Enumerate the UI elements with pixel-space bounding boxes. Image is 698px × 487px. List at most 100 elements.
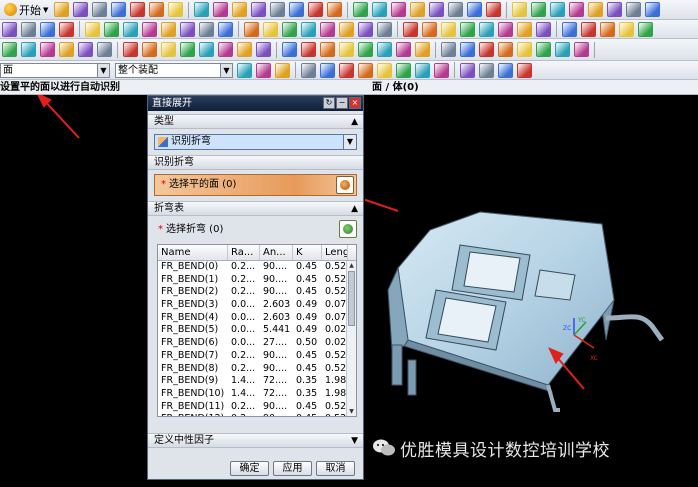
toolbar-tool-icon[interactable]: [448, 2, 464, 17]
toolbar-tool-icon[interactable]: [123, 42, 138, 57]
toolbar-tool-icon[interactable]: [123, 21, 138, 37]
type-filter-select[interactable]: 面 ▼: [0, 63, 110, 78]
toolbar-tool-icon[interactable]: [467, 2, 483, 17]
table-row[interactable]: FR_BEND(11) 0.2... 90.... 0.45 0.52: [158, 401, 356, 414]
toolbar-tool-icon[interactable]: [479, 62, 494, 78]
table-row[interactable]: FR_BEND(2) 0.2... 90.... 0.45 0.52: [158, 286, 356, 299]
toolbar-tool-icon[interactable]: [54, 2, 70, 17]
toolbar-tool-icon[interactable]: [607, 2, 623, 17]
toolbar-tool-icon[interactable]: [562, 21, 577, 37]
toolbar-tool-icon[interactable]: [512, 2, 528, 17]
dialog-titlebar[interactable]: 直接展开 ↻ − ×: [148, 96, 363, 111]
scroll-down-icon[interactable]: ▼: [347, 407, 356, 416]
toolbar-tool-icon[interactable]: [396, 42, 411, 57]
toolbar-tool-icon[interactable]: [142, 42, 157, 57]
toolbar-tool-icon[interactable]: [415, 62, 430, 78]
toolbar-tool-icon[interactable]: [251, 2, 267, 17]
toolbar-tool-icon[interactable]: [531, 2, 547, 17]
selection-scope-select[interactable]: 整个装配 ▼: [115, 63, 233, 78]
toolbar-tool-icon[interactable]: [270, 2, 286, 17]
toolbar-tool-icon[interactable]: [517, 42, 532, 57]
toolbar-tool-icon[interactable]: [320, 42, 335, 57]
apply-button[interactable]: 应用: [273, 461, 312, 476]
table-row[interactable]: FR_BEND(12)0.2900.450.52: [158, 413, 356, 416]
scroll-up-icon[interactable]: ▲: [347, 261, 356, 270]
toolbar-tool-icon[interactable]: [536, 42, 551, 57]
toolbar-tool-icon[interactable]: [486, 2, 502, 17]
table-row[interactable]: FR_BEND(6) 0.0... 27.... 0.50 0.02: [158, 337, 356, 350]
table-row[interactable]: FR_BEND(4) 0.0... 2.603 0.49 0.07: [158, 312, 356, 325]
toolbar-tool-icon[interactable]: [498, 62, 513, 78]
toolbar-tool-icon[interactable]: [282, 42, 297, 57]
toolbar-tool-icon[interactable]: [498, 21, 513, 37]
toolbar-tool-icon[interactable]: [600, 21, 615, 37]
toolbar-tool-icon[interactable]: [282, 21, 297, 37]
minimize-icon[interactable]: −: [336, 97, 348, 109]
reset-icon[interactable]: ↻: [323, 97, 335, 109]
toolbar-tool-icon[interactable]: [320, 62, 335, 78]
toolbar-tool-icon[interactable]: [168, 2, 184, 17]
toolbar-tool-icon[interactable]: [574, 42, 589, 57]
select-face-icon[interactable]: [336, 176, 354, 194]
close-icon[interactable]: ×: [349, 97, 361, 109]
toolbar-tool-icon[interactable]: [40, 21, 55, 37]
select-bend-icon[interactable]: [339, 220, 357, 238]
toolbar-tool-icon[interactable]: [517, 62, 532, 78]
toolbar-tool-icon[interactable]: [21, 42, 36, 57]
toolbar-tool-icon[interactable]: [327, 2, 343, 17]
table-row[interactable]: FR_BEND(0) 0.2... 90.... 0.45 0.52: [158, 261, 356, 274]
column-header[interactable]: K: [293, 245, 322, 260]
table-row[interactable]: FR_BEND(10) 1.4... 72.... 0.35 1.98: [158, 388, 356, 401]
toolbar-tool-icon[interactable]: [638, 21, 653, 37]
toolbar-tool-icon[interactable]: [460, 42, 475, 57]
toolbar-tool-icon[interactable]: [92, 2, 108, 17]
scroll-thumb[interactable]: [348, 271, 355, 326]
toolbar-tool-icon[interactable]: [460, 62, 475, 78]
toolbar-tool-icon[interactable]: [569, 2, 585, 17]
toolbar-tool-icon[interactable]: [377, 21, 392, 37]
toolbar-tool-icon[interactable]: [213, 2, 229, 17]
toolbar-tool-icon[interactable]: [180, 42, 195, 57]
toolbar-tool-icon[interactable]: [415, 42, 430, 57]
toolbar-tool-icon[interactable]: [517, 21, 532, 37]
table-row[interactable]: FR_BEND(7) 0.2... 90.... 0.45 0.52: [158, 350, 356, 363]
start-menu[interactable]: 开始 ▼: [0, 2, 52, 18]
toolbar-tool-icon[interactable]: [78, 42, 93, 57]
toolbar-tool-icon[interactable]: [161, 42, 176, 57]
table-row[interactable]: FR_BEND(1) 0.2... 90.... 0.45 0.52: [158, 274, 356, 287]
section-identify-bend[interactable]: 识别折弯: [148, 155, 363, 170]
toolbar-tool-icon[interactable]: [40, 42, 55, 57]
table-row[interactable]: FR_BEND(5) 0.0... 5.441 0.49 0.02: [158, 324, 356, 337]
toolbar-tool-icon[interactable]: [353, 2, 369, 17]
toolbar-tool-icon[interactable]: [372, 2, 388, 17]
toolbar-tool-icon[interactable]: [237, 62, 252, 78]
toolbar-tool-icon[interactable]: [581, 21, 596, 37]
table-row[interactable]: FR_BEND(9) 1.4... 72.... 0.35 1.98: [158, 375, 356, 388]
toolbar-tool-icon[interactable]: [479, 42, 494, 57]
toolbar-tool-icon[interactable]: [161, 21, 176, 37]
toolbar-tool-icon[interactable]: [142, 21, 157, 37]
toolbar-tool-icon[interactable]: [2, 42, 17, 57]
column-header[interactable]: Ra...: [228, 245, 260, 260]
toolbar-tool-icon[interactable]: [263, 21, 278, 37]
toolbar-tool-icon[interactable]: [358, 21, 373, 37]
toolbar-tool-icon[interactable]: [377, 62, 392, 78]
section-type[interactable]: 类型 ▲: [148, 114, 363, 129]
toolbar-tool-icon[interactable]: [256, 62, 271, 78]
toolbar-tool-icon[interactable]: [130, 2, 146, 17]
toolbar-tool-icon[interactable]: [619, 21, 634, 37]
toolbar-tool-icon[interactable]: [97, 42, 112, 57]
toolbar-tool-icon[interactable]: [460, 21, 475, 37]
toolbar-tool-icon[interactable]: [339, 21, 354, 37]
toolbar-tool-icon[interactable]: [358, 62, 373, 78]
bend-table[interactable]: Name Ra... An... K Leng... FR_BEND(0) 0.2…: [157, 244, 357, 417]
toolbar-tool-icon[interactable]: [588, 2, 604, 17]
toolbar-tool-icon[interactable]: [555, 42, 570, 57]
toolbar-tool-icon[interactable]: [59, 42, 74, 57]
ok-button[interactable]: 确定: [230, 461, 269, 476]
column-header[interactable]: Leng...: [322, 245, 348, 260]
toolbar-tool-icon[interactable]: [199, 42, 214, 57]
toolbar-tool-icon[interactable]: [391, 2, 407, 17]
toolbar-tool-icon[interactable]: [358, 42, 373, 57]
select-flat-face-row[interactable]: * 选择平的面 (0): [154, 174, 357, 196]
